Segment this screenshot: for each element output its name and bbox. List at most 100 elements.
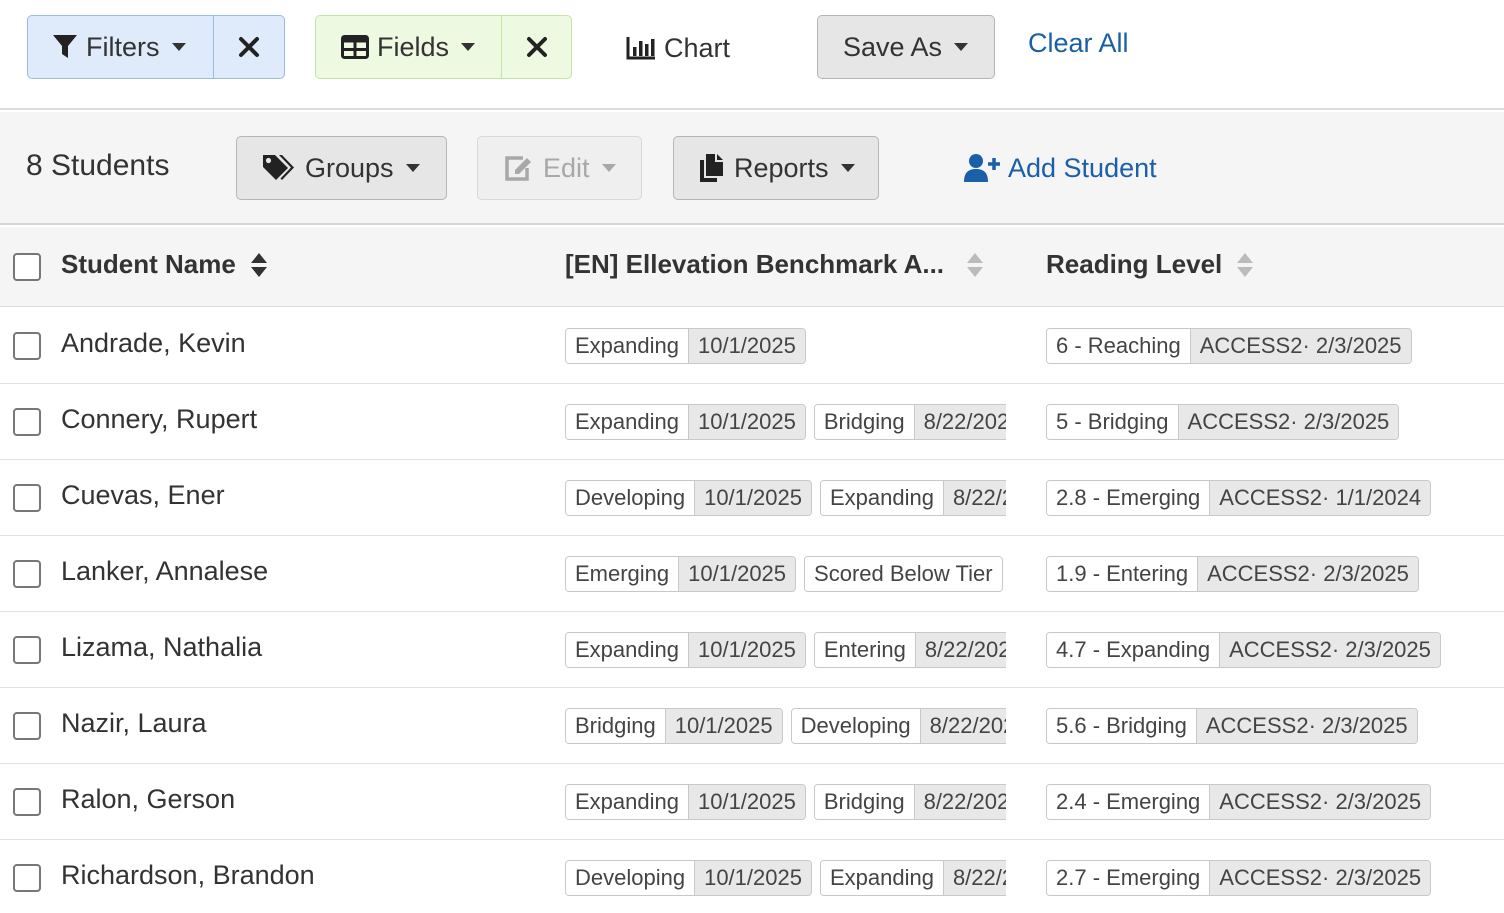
column-header-benchmark[interactable]: [EN] Ellevation Benchmark A... [565,249,984,280]
badge-source: ACCESS2· 2/3/2025 [1195,709,1417,743]
filter-icon [53,35,77,58]
badge-label: 2.4 - Emerging [1047,785,1210,819]
reading-level-cell: 4.7 - Expanding ACCESS2· 2/3/2025 [1046,632,1449,670]
badge-label: Bridging [814,785,914,819]
benchmark-badge: Emerging 10/1/2025 [565,556,797,592]
student-name[interactable]: Nazir, Laura [61,708,207,739]
table-row[interactable]: Lanker, Annalese Emerging 10/1/2025 Score… [0,536,1504,612]
row-checkbox[interactable] [13,408,41,436]
reading-level-cell: 1.9 - Entering ACCESS2· 2/3/2025 [1046,556,1427,594]
badge-date: 8/22/2025 [913,785,1006,819]
table-row[interactable]: Nazir, Laura Bridging 10/1/2025 Developin… [0,688,1504,764]
table-row[interactable]: Connery, Rupert Expanding 10/1/2025 Bridg… [0,384,1504,460]
row-checkbox[interactable] [13,484,41,512]
student-name[interactable]: Connery, Rupert [61,404,257,435]
benchmark-badge: Expanding 10/1/2025 [565,404,806,440]
reading-level-badge: 2.8 - Emerging ACCESS2· 1/1/2024 [1046,480,1432,516]
table-row[interactable]: Cuevas, Ener Developing 10/1/2025 Expandi… [0,460,1504,536]
student-name[interactable]: Cuevas, Ener [61,480,225,511]
benchmark-cell: Expanding10/1/2025 Bridging8/22/2025 [565,784,1006,822]
sort-icon[interactable] [1236,252,1254,278]
chevron-down-icon [840,164,855,172]
reading-level-badge: 6 - Reaching ACCESS2· 2/3/2025 [1046,328,1412,364]
fields-dropdown-button[interactable]: Fields [316,16,502,78]
badge-source: ACCESS2· 2/3/2025 [1209,861,1431,895]
student-name[interactable]: Richardson, Brandon [61,860,315,891]
clear-fields-button[interactable] [502,16,571,78]
badge-label: Expanding [566,405,688,439]
fields-button-group: Fields [315,15,572,79]
benchmark-badge: Developing 10/1/2025 [565,480,812,516]
clear-all-link[interactable]: Clear All [1028,28,1129,59]
row-checkbox[interactable] [13,712,41,740]
row-checkbox[interactable] [13,636,41,664]
badge-date: 10/1/2025 [687,633,805,667]
add-student-label: Add Student [1008,152,1157,183]
groups-dropdown-button[interactable]: Groups [236,136,447,200]
chart-button[interactable]: Chart [626,28,730,68]
table-row[interactable]: Lizama, Nathalia Expanding 10/1/2025 Ente… [0,612,1504,688]
benchmark-badge: Developing8/22/2025 [790,708,1006,744]
reports-dropdown-button[interactable]: Reports [673,136,879,200]
student-name[interactable]: Lanker, Annalese [61,556,268,587]
badge-label: Emerging [566,557,679,591]
badge-date: 10/1/2025 [687,329,805,363]
save-as-dropdown-button[interactable]: Save As [817,15,995,79]
filters-dropdown-button[interactable]: Filters [28,16,214,78]
benchmark-badge: Bridging8/22/2025 [813,784,1006,820]
badge-date: 10/1/2025 [687,785,805,819]
clear-filters-button[interactable] [214,16,284,78]
table-row[interactable]: Richardson, Brandon Developing 10/1/2025 … [0,840,1504,913]
row-checkbox[interactable] [13,560,41,588]
edit-dropdown-button[interactable]: Edit [477,136,642,200]
fields-label: Fields [377,31,450,62]
benchmark-cell: Bridging10/1/2025 Developing8/22/2025 [565,708,1006,746]
row-checkbox[interactable] [13,788,41,816]
badge-label: 4.7 - Expanding [1047,633,1220,667]
badge-label: Expanding [566,633,688,667]
close-icon [239,37,259,57]
badge-source: ACCESS2· 2/3/2025 [1219,633,1440,667]
table-header: Student Name [EN] Ellevation Benchmark A… [0,227,1504,307]
row-checkbox[interactable] [13,864,41,892]
badge-label: Expanding [820,481,943,515]
benchmark-cell: Expanding 10/1/2025 [565,328,1006,366]
badge-source: ACCESS2· 2/3/2025 [1197,557,1418,591]
badge-label: 1.9 - Entering [1047,557,1198,591]
table-row[interactable]: Ralon, Gerson Expanding 10/1/2025 Bridgin… [0,764,1504,840]
select-all-checkbox[interactable] [13,253,41,281]
row-checkbox[interactable] [13,332,41,360]
student-name[interactable]: Andrade, Kevin [61,328,246,359]
student-name[interactable]: Lizama, Nathalia [61,632,262,663]
bar-chart-icon [626,37,655,60]
reading-level-cell: 5 - Bridging ACCESS2· 2/3/2025 [1046,404,1407,442]
chart-label: Chart [664,32,731,63]
table-row[interactable]: Andrade, Kevin Expanding 10/1/2025 6 - Re… [0,308,1504,384]
benchmark-cell: Expanding10/1/2025 Entering8/22/2025 [565,632,1006,670]
badge-date: 10/1/2025 [694,861,811,895]
badge-date: 8/22/2025 [914,633,1006,667]
column-header-reading-level[interactable]: Reading Level [1046,249,1254,280]
reading-level-cell: 5.6 - Bridging ACCESS2· 2/3/2025 [1046,708,1426,746]
chevron-down-icon [461,43,476,51]
groups-label: Groups [305,152,394,183]
chevron-down-icon [405,164,420,172]
reading-level-cell: 2.4 - Emerging ACCESS2· 2/3/2025 [1046,784,1439,822]
reports-label: Reports [734,152,829,183]
reading-level-cell: 6 - Reaching ACCESS2· 2/3/2025 [1046,328,1420,366]
sort-icon[interactable] [966,252,984,278]
badge-label: Developing [791,709,920,743]
chevron-down-icon [954,43,969,51]
column-header-student-name[interactable]: Student Name [61,249,268,280]
sort-icon[interactable] [250,252,268,278]
benchmark-badge: Entering8/22/2025 [813,632,1006,668]
badge-date: 8/22/2025 [913,405,1006,439]
benchmark-cell: Expanding10/1/2025 Bridging8/22/2025 [565,404,1006,442]
add-student-link[interactable]: Add Student [964,148,1157,188]
reading-level-badge: 5 - Bridging ACCESS2· 2/3/2025 [1046,404,1400,440]
badge-label: Expanding [566,329,688,363]
badge-label: Bridging [814,405,914,439]
reading-level-cell: 2.8 - Emerging ACCESS2· 1/1/2024 [1046,480,1439,518]
close-icon [526,37,547,57]
student-name[interactable]: Ralon, Gerson [61,784,235,815]
